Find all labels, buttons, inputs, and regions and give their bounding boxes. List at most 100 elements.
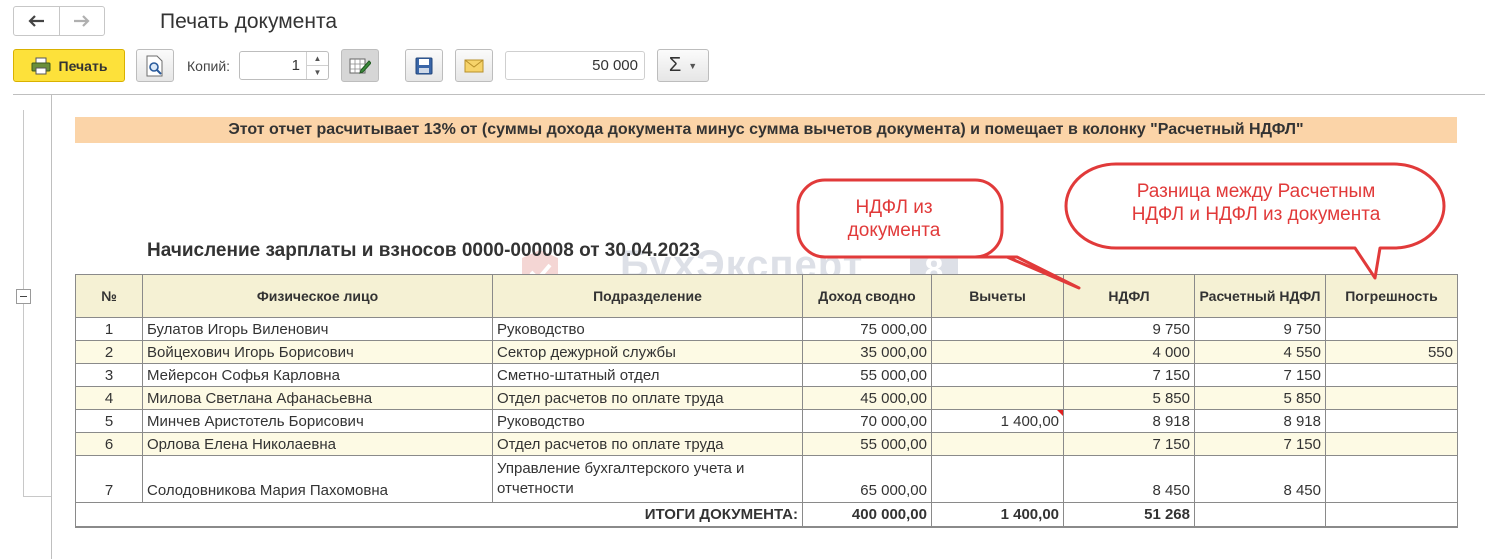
- report-title: Начисление зарплаты и взносов 0000-00000…: [147, 240, 700, 261]
- cell-deductions[interactable]: [931, 317, 1064, 341]
- preview-button[interactable]: [136, 49, 174, 82]
- cell-calc-ndfl[interactable]: 8 918: [1194, 409, 1326, 433]
- column-header: Погрешность: [1325, 274, 1458, 318]
- cell-error[interactable]: [1325, 409, 1458, 433]
- send-mail-button[interactable]: [455, 49, 493, 82]
- column-header: Расчетный НДФЛ: [1194, 274, 1326, 318]
- cell-person[interactable]: Милова Светлана Афанасьевна: [142, 386, 493, 410]
- column-header: Физическое лицо: [142, 274, 493, 318]
- cell-deductions[interactable]: [931, 432, 1064, 456]
- cell-error[interactable]: [1325, 432, 1458, 456]
- cell-deductions[interactable]: [931, 340, 1064, 364]
- cell-deductions[interactable]: [931, 455, 1064, 503]
- cell-income[interactable]: 70 000,00: [802, 409, 932, 433]
- totals-error[interactable]: [1325, 502, 1458, 528]
- cell-num[interactable]: 6: [75, 432, 143, 456]
- column-header: НДФЛ: [1063, 274, 1195, 318]
- totals-income[interactable]: 400 000,00: [802, 502, 932, 528]
- totals-label: ИТОГИ ДОКУМЕНТА:: [75, 502, 803, 528]
- cell-ndfl[interactable]: 8 918: [1063, 409, 1195, 433]
- cell-income[interactable]: 55 000,00: [802, 432, 932, 456]
- cell-calc-ndfl[interactable]: 7 150: [1194, 432, 1326, 456]
- cell-dept[interactable]: Сметно-штатный отдел: [492, 363, 803, 387]
- cell-error[interactable]: [1325, 386, 1458, 410]
- cell-ndfl[interactable]: 9 750: [1063, 317, 1195, 341]
- table-row: 1 Булатов Игорь Виленович Руководство 75…: [75, 317, 1458, 341]
- cell-person[interactable]: Войцехович Игорь Борисович: [142, 340, 493, 364]
- cell-person[interactable]: Орлова Елена Николаевна: [142, 432, 493, 456]
- cell-ndfl[interactable]: 5 850: [1063, 386, 1195, 410]
- edit-mode-button[interactable]: [341, 49, 379, 82]
- sigma-icon: Σ: [668, 54, 682, 76]
- cell-num[interactable]: 5: [75, 409, 143, 433]
- callout-ndfl-line2: документа: [847, 220, 941, 241]
- cell-dept[interactable]: Отдел расчетов по оплате труда: [492, 386, 803, 410]
- cell-dept[interactable]: Руководство: [492, 317, 803, 341]
- callout-diff-line1: Разница между Расчетным: [1136, 181, 1376, 202]
- spin-down-icon[interactable]: ▼: [307, 65, 328, 79]
- printer-icon: [31, 57, 51, 74]
- callout-ndfl-text: НДФЛ из документа: [812, 196, 976, 242]
- cell-income[interactable]: 55 000,00: [802, 363, 932, 387]
- cell-num[interactable]: 4: [75, 386, 143, 410]
- sum-field[interactable]: 50 000: [505, 51, 645, 80]
- cell-ndfl[interactable]: 4 000: [1063, 340, 1195, 364]
- cell-calc-ndfl[interactable]: 5 850: [1194, 386, 1326, 410]
- cell-person[interactable]: Солодовникова Мария Пахомовна: [142, 455, 493, 503]
- table-row: 5 Минчев Аристотель Борисович Руководств…: [75, 409, 1458, 433]
- callout-diff-text: Разница между Расчетным НДФЛ и НДФЛ из д…: [1096, 180, 1416, 226]
- arrow-right-icon: [73, 15, 90, 27]
- cell-num[interactable]: 7: [75, 455, 143, 503]
- totals-calc-ndfl[interactable]: [1194, 502, 1326, 528]
- totals-deductions[interactable]: 1 400,00: [931, 502, 1064, 528]
- group-outline-foot: [23, 496, 51, 497]
- cell-deductions[interactable]: [931, 363, 1064, 387]
- cell-income[interactable]: 35 000,00: [802, 340, 932, 364]
- cell-income[interactable]: 45 000,00: [802, 386, 932, 410]
- cell-error[interactable]: [1325, 455, 1458, 503]
- cell-dept[interactable]: Отдел расчетов по оплате труда: [492, 432, 803, 456]
- cell-calc-ndfl[interactable]: 7 150: [1194, 363, 1326, 387]
- collapse-group-icon[interactable]: [16, 289, 31, 304]
- cell-dept[interactable]: Руководство: [492, 409, 803, 433]
- copies-stepper: ▲ ▼: [239, 51, 329, 80]
- save-button[interactable]: [405, 49, 443, 82]
- forward-button[interactable]: [58, 7, 105, 35]
- cell-person[interactable]: Минчев Аристотель Борисович: [142, 409, 493, 433]
- cell-deductions[interactable]: 1 400,00: [931, 409, 1064, 433]
- cell-person[interactable]: Булатов Игорь Виленович: [142, 317, 493, 341]
- cell-error[interactable]: [1325, 363, 1458, 387]
- report-banner: Этот отчет расчитывает 13% от (суммы дох…: [75, 117, 1457, 143]
- cell-dept[interactable]: Управление бухгалтерского учета и отчетн…: [492, 455, 803, 503]
- cell-income[interactable]: 65 000,00: [802, 455, 932, 503]
- spin-up-icon[interactable]: ▲: [307, 52, 328, 65]
- cell-calc-ndfl[interactable]: 8 450: [1194, 455, 1326, 503]
- cell-income[interactable]: 75 000,00: [802, 317, 932, 341]
- save-icon: [415, 57, 433, 74]
- totals-row: ИТОГИ ДОКУМЕНТА: 400 000,00 1 400,00 51 …: [75, 502, 1458, 528]
- callout-diff-line2: НДФЛ и НДФЛ из документа: [1131, 204, 1381, 225]
- cell-deductions[interactable]: [931, 386, 1064, 410]
- print-button[interactable]: Печать: [13, 49, 125, 82]
- cell-person[interactable]: Мейерсон Софья Карловна: [142, 363, 493, 387]
- cell-ndfl[interactable]: 7 150: [1063, 363, 1195, 387]
- navigation-buttons: [13, 6, 105, 36]
- cell-dept[interactable]: Сектор дежурной службы: [492, 340, 803, 364]
- cell-calc-ndfl[interactable]: 9 750: [1194, 317, 1326, 341]
- cell-num[interactable]: 3: [75, 363, 143, 387]
- copies-input[interactable]: [240, 52, 306, 79]
- cell-ndfl[interactable]: 8 450: [1063, 455, 1195, 503]
- totals-ndfl[interactable]: 51 268: [1063, 502, 1195, 528]
- cell-num[interactable]: 1: [75, 317, 143, 341]
- column-header: Доход сводно: [802, 274, 932, 318]
- cell-num[interactable]: 2: [75, 340, 143, 364]
- sum-button[interactable]: Σ ▼: [657, 49, 709, 82]
- back-button[interactable]: [14, 7, 59, 35]
- cell-calc-ndfl[interactable]: 4 550: [1194, 340, 1326, 364]
- column-header: №: [75, 274, 143, 318]
- cell-error[interactable]: 550: [1325, 340, 1458, 364]
- table-row: 7 Солодовникова Мария Пахомовна Управлен…: [75, 455, 1458, 503]
- cell-error[interactable]: [1325, 317, 1458, 341]
- cell-ndfl[interactable]: 7 150: [1063, 432, 1195, 456]
- preview-icon: [146, 55, 163, 76]
